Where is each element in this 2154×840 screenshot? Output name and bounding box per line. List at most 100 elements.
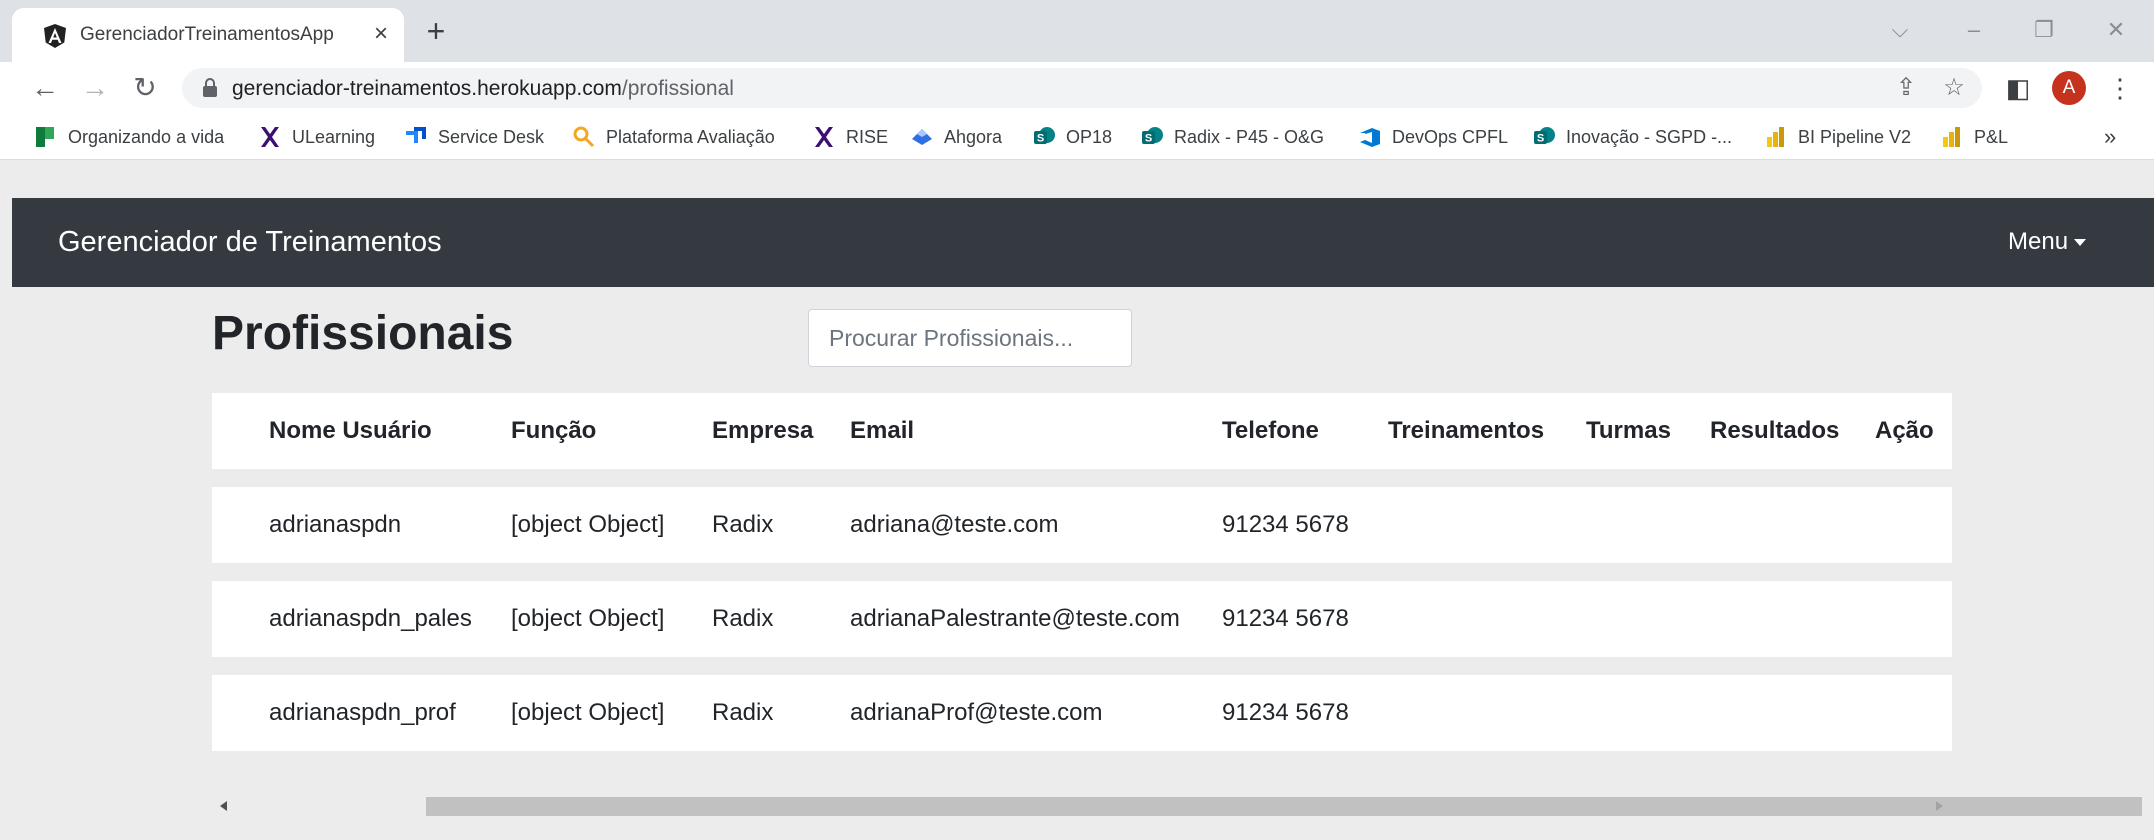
scrollbar-thumb[interactable] [426,797,2142,816]
bookmark-plataforma[interactable]: Plataforma Avaliação [572,122,775,152]
reload-icon[interactable]: ↻ [126,69,164,107]
sharepoint-icon: S [1034,127,1055,145]
bookmark-op18[interactable]: S OP18 [1032,122,1112,152]
col-header-role: Função [511,417,597,444]
side-panel-icon[interactable]: ◧ [2000,70,2036,106]
bookmark-devops-cpfl[interactable]: DevOps CPFL [1358,122,1508,152]
restore-icon[interactable]: ❐ [2014,10,2074,50]
avatar[interactable]: A [2052,71,2086,105]
cell-email: adrianaPalestrante@teste.com [850,605,1180,632]
back-icon[interactable]: ← [26,69,64,107]
tool-icon [573,126,595,148]
powerbi-icon [1767,127,1784,147]
cell-company: Radix [712,605,774,632]
col-header-phone: Telefone [1222,417,1319,444]
forward-icon[interactable]: → [76,69,114,107]
tab-title: GerenciadorTreinamentosApp [80,24,334,45]
bookmark-ahgora[interactable]: Ahgora [910,122,1002,152]
cell-phone: 91234 5678 [1222,511,1349,538]
tab-search-icon[interactable]: ⌵ [1870,10,1930,50]
address-bar[interactable]: gerenciador-treinamentos.herokuapp.com/p… [182,68,1982,108]
share-icon[interactable]: ⇪ [1890,72,1922,104]
new-tab-icon[interactable]: + [420,15,452,48]
caret-down-icon [2074,239,2087,247]
sharepoint-icon: S [1142,127,1163,145]
bookmark-label: Service Desk [438,126,545,147]
menu-dropdown-button[interactable]: Menu [2008,228,2087,256]
cell-company: Radix [712,699,774,726]
col-header-results: Resultados [1710,417,1840,444]
cell-role: [object Object] [511,511,665,538]
col-header-email: Email [850,417,915,444]
bookmark-label: Organizando a vida [68,126,225,147]
cell-user: adrianaspdn_pales [269,605,472,632]
minimize-icon[interactable]: – [1944,10,2004,50]
cell-user: adrianaspdn [269,511,402,538]
bookmark-label: Inovação - SGPD -... [1566,126,1733,147]
bookmark-label: Plataforma Avaliação [606,126,775,147]
table-row: adrianaspdn [object Object] Radix adrian… [212,487,1952,563]
bookmarks-overflow-icon[interactable]: » [2104,122,2116,152]
table-row: al adrianaspdn_prof [object Object] Radi… [212,675,1952,751]
bookmark-inovacao[interactable]: S Inovação - SGPD -... [1532,122,1732,152]
col-header-classes: Turmas [1586,417,1671,444]
azure-devops-icon [1360,128,1380,147]
cell-email: adriana@teste.com [850,511,1059,538]
sharepoint-icon: S [1534,127,1555,145]
bookmark-label: OP18 [1066,126,1113,147]
browser-tabstrip: GerenciadorTreinamentosApp × + ⌵ – ❐ ✕ [0,0,2154,62]
bookmark-label: RISE [846,126,889,147]
x-logo-icon [815,127,833,147]
cell-email: adrianaProf@teste.com [850,699,1103,726]
bookmark-rise[interactable]: RISE [812,122,888,152]
bookmark-label: P&L [1974,126,2009,147]
scroll-right-icon[interactable] [1936,801,1943,811]
table-header-row: Nome Usuário Função Empresa Email Telefo… [212,393,1952,469]
cell-role: [object Object] [511,605,665,632]
horizontal-scrollbar[interactable] [212,791,2142,821]
bookmark-star-icon[interactable]: ☆ [1938,72,1970,104]
url-text: gerenciador-treinamentos.herokuapp.com/p… [232,77,734,100]
cell-role: [object Object] [511,699,665,726]
cell-phone: 91234 5678 [1222,699,1349,726]
professionals-table: Nome Usuário Função Empresa Email Telefo… [212,393,1952,753]
powerbi-icon [1943,127,1960,147]
planner-icon [36,127,54,147]
jira-icon [406,127,426,143]
bookmarks-bar: Organizando a vida ULearning Service Des… [0,114,2154,160]
bookmark-label: DevOps CPFL [1392,126,1509,147]
bookmark-label: ULearning [292,126,376,147]
search-input[interactable] [808,309,1132,367]
cell-company: Radix [712,511,774,538]
x-logo-icon [261,127,279,147]
bookmark-pl[interactable]: P&L [1940,122,2008,152]
col-header-user: Nome Usuário [269,417,432,444]
bookmark-bi-pipeline[interactable]: BI Pipeline V2 [1764,122,1911,152]
more-menu-icon[interactable]: ⋮ [2102,70,2138,106]
table-row: te adrianaspdn_pales [object Object] Rad… [212,581,1952,657]
angular-icon [44,24,66,48]
svg-text:S: S [1037,133,1044,145]
lock-icon [203,78,217,97]
bookmark-ulearning[interactable]: ULearning [258,122,375,152]
app-navbar: Gerenciador de Treinamentos Menu [12,198,2154,287]
menu-label: Menu [2008,228,2069,255]
col-header-company: Empresa [712,417,814,444]
svg-text:S: S [1145,133,1152,145]
col-header-trainings: Treinamentos [1388,417,1545,444]
page-content: Gerenciador de Treinamentos Menu Profiss… [0,160,2154,840]
bookmark-label: BI Pipeline V2 [1798,126,1912,147]
bookmark-service-desk[interactable]: Service Desk [404,122,544,152]
navbar-brand[interactable]: Gerenciador de Treinamentos [58,226,442,259]
scroll-left-icon[interactable] [220,801,227,811]
browser-tab[interactable]: GerenciadorTreinamentosApp × [12,8,404,62]
svg-text:S: S [1537,133,1544,145]
close-window-icon[interactable]: ✕ [2086,10,2146,50]
browser-toolbar: ← → ↻ gerenciador-treinamentos.herokuapp… [0,62,2154,114]
cell-phone: 91234 5678 [1222,605,1349,632]
bookmark-label: Ahgora [944,126,1003,147]
bookmark-radix-p45[interactable]: S Radix - P45 - O&G [1140,122,1324,152]
bookmark-organizando[interactable]: Organizando a vida [34,122,224,152]
page-title: Profissionais [212,307,514,360]
close-tab-icon[interactable]: × [366,19,396,49]
